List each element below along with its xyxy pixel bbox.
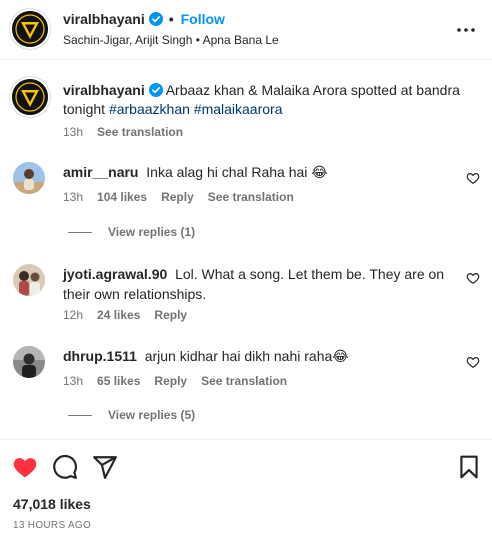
like-heart-icon[interactable]: [12, 454, 38, 480]
comment-reply-button[interactable]: Reply: [161, 190, 194, 204]
post-header: viralbhayani • Follow Sachin-Jigar, Arij…: [0, 0, 492, 60]
verified-badge-icon: [148, 12, 163, 26]
comment-text: dhrup.1511 arjun kidhar hai dikh nahi ra…: [63, 346, 453, 366]
comment-like-icon[interactable]: [466, 271, 480, 285]
caption-see-translation[interactable]: See translation: [97, 125, 183, 139]
share-paper-plane-icon[interactable]: [92, 454, 118, 480]
comment-likes[interactable]: 24 likes: [97, 308, 140, 322]
more-options-icon[interactable]: [456, 20, 476, 40]
comment-likes[interactable]: 104 likes: [97, 190, 147, 204]
post-actions-bar: [0, 439, 492, 499]
audio-info[interactable]: Sachin-Jigar, Arijit Singh • Apna Bana L…: [63, 33, 279, 47]
comment-reply-button[interactable]: Reply: [154, 308, 187, 322]
post-likes-count[interactable]: 47,018 likes: [13, 496, 91, 512]
header-username[interactable]: viralbhayani: [63, 11, 145, 27]
view-replies-label: View replies (5): [108, 408, 196, 422]
commenter-avatar[interactable]: [13, 264, 45, 296]
post-timestamp: 13 HOURS AGO: [13, 520, 92, 531]
separator-dot: •: [168, 11, 174, 27]
commenter-avatar[interactable]: [13, 346, 45, 378]
comment-see-translation[interactable]: See translation: [208, 190, 294, 204]
view-replies-label: View replies (1): [108, 225, 196, 239]
caption-username[interactable]: viralbhayani: [63, 82, 145, 98]
comment-time: 12h: [63, 308, 84, 322]
caption-text: viralbhayani Arbaaz khan & Malaika Arora…: [63, 81, 463, 119]
comment-time: 13h: [63, 190, 84, 204]
comment-meta: 13h 65 likes Reply See translation: [63, 374, 287, 388]
comment-like-icon[interactable]: [466, 355, 480, 369]
comment-bubble-icon[interactable]: [52, 454, 78, 480]
comment-reply-button[interactable]: Reply: [154, 374, 187, 388]
viralbhayani-logo-icon: [12, 79, 48, 115]
caption-avatar[interactable]: [10, 77, 50, 117]
comment-text: amir__naru Inka alag hi chal Raha hai 😂: [63, 162, 453, 182]
replies-divider: [68, 231, 92, 233]
comment-text: jyoti.agrawal.90 Lol. What a song. Let t…: [63, 264, 453, 304]
save-bookmark-icon[interactable]: [456, 454, 482, 480]
comment-body: Inka alag hi chal Raha hai 😂: [146, 164, 328, 180]
user-photo-icon: [13, 346, 45, 378]
comment-username[interactable]: amir__naru: [63, 164, 138, 180]
commenter-avatar[interactable]: [13, 162, 45, 194]
user-photo-icon: [13, 264, 45, 296]
caption-meta: 13h See translation: [63, 125, 183, 139]
author-avatar[interactable]: [10, 9, 50, 49]
header-user-line: viralbhayani • Follow: [63, 11, 225, 27]
view-replies-button[interactable]: View replies (1): [68, 225, 195, 239]
comment-like-icon[interactable]: [466, 171, 480, 185]
caption-time: 13h: [63, 125, 84, 139]
comment-time: 13h: [63, 374, 84, 388]
comment-username[interactable]: jyoti.agrawal.90: [63, 266, 167, 282]
caption-hashtags[interactable]: #arbaazkhan #malaikaarora: [109, 101, 283, 117]
comment-meta: 13h 104 likes Reply See translation: [63, 190, 294, 204]
view-replies-button[interactable]: View replies (5): [68, 408, 195, 422]
comment-body: arjun kidhar hai dikh nahi raha😂: [144, 348, 349, 364]
follow-button[interactable]: Follow: [181, 11, 225, 27]
comment-see-translation[interactable]: See translation: [201, 374, 287, 388]
viralbhayani-logo-icon: [12, 11, 48, 47]
comment-meta: 12h 24 likes Reply: [63, 308, 187, 322]
user-photo-icon: [13, 162, 45, 194]
verified-badge-icon: [148, 83, 163, 97]
comment-likes[interactable]: 65 likes: [97, 374, 140, 388]
replies-divider: [68, 414, 92, 416]
comment-username[interactable]: dhrup.1511: [63, 348, 137, 364]
